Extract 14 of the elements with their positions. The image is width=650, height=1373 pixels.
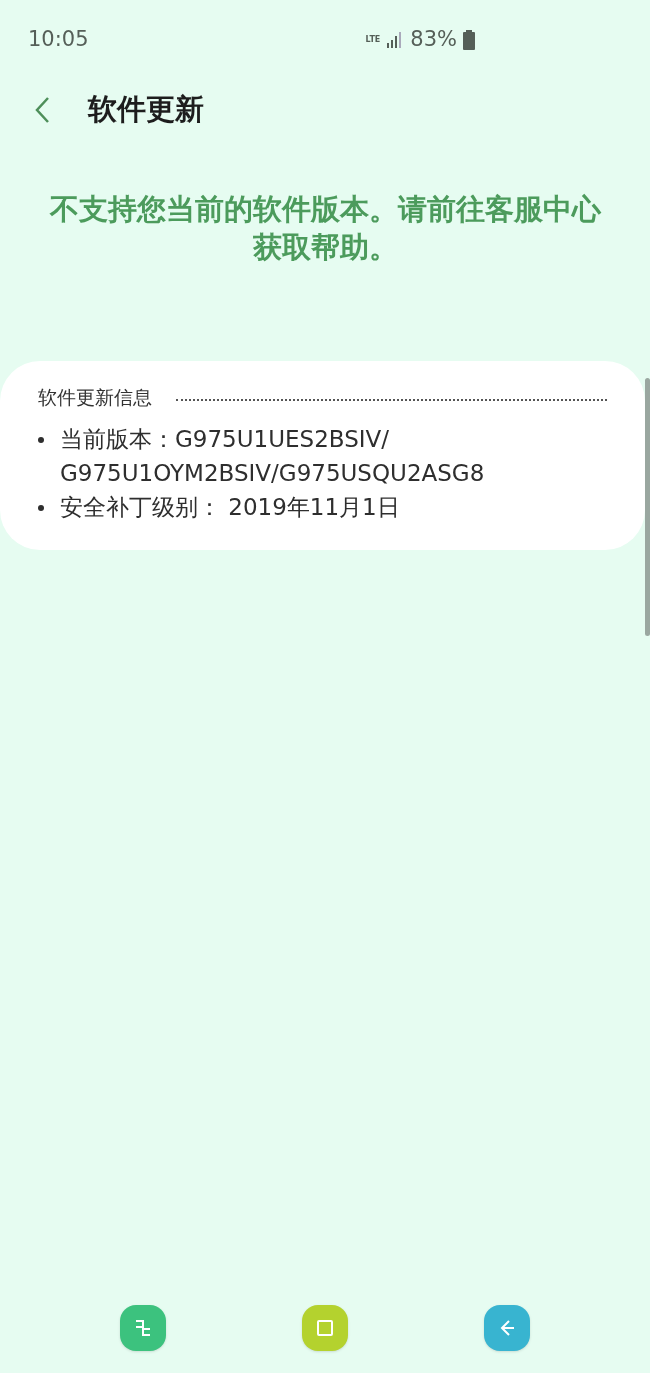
recent-apps-button[interactable]: [120, 1305, 166, 1351]
page-title: 软件更新: [88, 91, 204, 129]
bullet-icon: [38, 504, 44, 511]
info-item: 当前版本：G975U1UES2BSIV/ G975U1OYM2BSIV/G975USQU2ASG8: [60, 424, 486, 488]
info-item: 安全补丁级别： 2019年11月1日: [60, 492, 400, 522]
status-time: 10:05: [28, 26, 89, 54]
unsupported-message: 不支持您当前的软件版本。请前往客服中心获取帮助。: [48, 191, 602, 266]
card-title: 软件更新信息: [38, 385, 152, 410]
back-nav-button[interactable]: [484, 1305, 530, 1351]
battery-icon: [463, 30, 475, 50]
bullet-icon: [38, 436, 44, 443]
home-button[interactable]: [302, 1305, 348, 1351]
network-type: LTE: [365, 36, 381, 44]
battery-percent: 83%: [410, 26, 457, 54]
